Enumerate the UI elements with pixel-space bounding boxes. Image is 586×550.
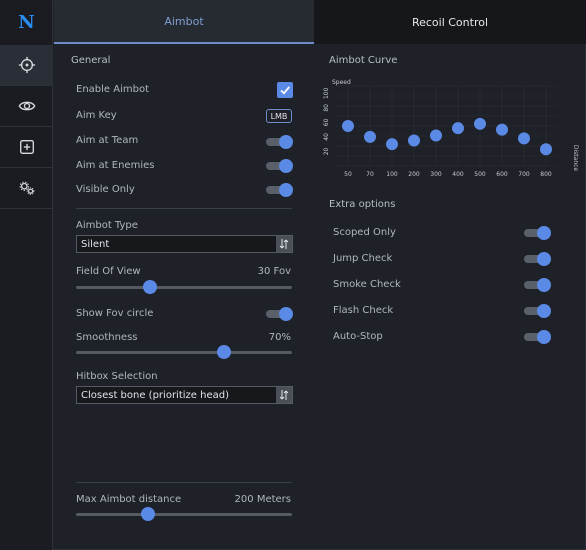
aimbot-curve-chart[interactable]: Speed 20 40 60 80 100 50 70 100 200 300 400 500 600 70… — [322, 72, 584, 182]
hitbox-selection-label: Hitbox Selection — [76, 371, 158, 382]
hitbox-selection-select[interactable]: Closest bone (prioritize head) — [76, 386, 293, 404]
curve-point — [496, 123, 508, 136]
aim-at-enemies-label: Aim at Enemies — [76, 160, 155, 171]
aimbot-curve-svg: Speed 20 40 60 80 100 50 70 100 200 300 400 500 600 70… — [323, 79, 579, 178]
general-section-title: General — [71, 55, 111, 66]
sidebar: N — [0, 0, 53, 550]
gears-icon — [19, 181, 34, 195]
scoped-only-toggle[interactable] — [524, 226, 551, 240]
aim-key-button[interactable]: LMB — [266, 109, 292, 123]
show-fov-circle-label: Show Fov circle — [76, 308, 154, 319]
aim-at-team-label: Aim at Team — [76, 135, 139, 146]
smoothness-slider[interactable] — [76, 345, 292, 359]
visible-only-toggle[interactable] — [266, 183, 293, 197]
visible-only-label: Visible Only — [76, 184, 135, 195]
max-distance-label: Max Aimbot distance — [76, 494, 182, 505]
y-tick-label: 60 — [323, 118, 330, 126]
x-tick-label: 600 — [496, 171, 508, 178]
curve-point — [518, 132, 530, 145]
jump-check-label: Jump Check — [333, 253, 393, 264]
max-distance-slider[interactable] — [76, 507, 292, 521]
curve-point — [474, 117, 486, 130]
x-tick-label: 700 — [518, 171, 530, 178]
sidebar-item-misc[interactable] — [0, 127, 53, 168]
x-tick-label: 50 — [344, 171, 352, 178]
smoke-check-label: Smoke Check — [333, 279, 401, 290]
y-tick-label: 80 — [323, 104, 330, 112]
tab-recoil-control[interactable]: Recoil Control — [314, 0, 586, 44]
flash-check-toggle[interactable] — [524, 304, 551, 318]
crosshair-icon — [18, 56, 35, 74]
curve-point — [540, 143, 552, 156]
swap-arrows-icon — [276, 387, 292, 403]
slider-handle[interactable] — [140, 507, 155, 521]
enable-aimbot-label: Enable Aimbot — [76, 84, 149, 95]
x-tick-label: 200 — [408, 171, 420, 178]
sidebar-item-visuals[interactable] — [0, 86, 53, 127]
sidebar-item-aimbot[interactable] — [0, 45, 53, 86]
y-axis-label: Speed — [332, 79, 351, 86]
curve-point — [364, 130, 376, 143]
x-tick-label: 300 — [430, 171, 442, 178]
aimbot-type-select[interactable]: Silent — [76, 235, 293, 253]
field-of-view-slider[interactable] — [76, 280, 292, 294]
slider-handle[interactable] — [217, 345, 232, 359]
field-of-view-label: Field Of View — [76, 266, 141, 277]
aim-key-label: Aim Key — [76, 110, 117, 121]
max-distance-value: 200 Meters — [234, 494, 291, 505]
curve-point — [342, 120, 354, 132]
y-tick-label: 20 — [323, 147, 330, 155]
smoothness-value: 70% — [268, 332, 291, 343]
app-logo: N — [18, 11, 35, 33]
aimbot-type-label: Aimbot Type — [76, 220, 138, 231]
y-tick-label: 100 — [323, 87, 330, 99]
flash-check-label: Flash Check — [333, 305, 394, 316]
sidebar-item-settings[interactable] — [0, 168, 53, 209]
curve-point — [452, 122, 464, 135]
auto-stop-label: Auto-Stop — [333, 331, 383, 342]
auto-stop-toggle[interactable] — [524, 330, 551, 344]
curve-point — [386, 138, 398, 151]
divider — [76, 482, 292, 483]
jump-check-toggle[interactable] — [524, 252, 551, 266]
swap-arrows-icon — [276, 236, 292, 252]
aimbot-type-value: Silent — [81, 238, 110, 250]
curve-point — [408, 134, 420, 147]
enable-aimbot-checkbox[interactable] — [277, 82, 293, 98]
smoke-check-toggle[interactable] — [524, 278, 551, 292]
x-tick-label: 100 — [386, 171, 398, 178]
eye-icon — [18, 101, 35, 111]
x-tick-label: 800 — [540, 171, 552, 178]
hitbox-selection-value: Closest bone (prioritize head) — [81, 389, 229, 401]
tab-aimbot[interactable]: Aimbot — [54, 0, 314, 44]
aimbot-curve-title: Aimbot Curve — [329, 55, 398, 66]
y-tick-label: 40 — [323, 133, 330, 141]
x-tick-label: 70 — [366, 171, 374, 178]
x-tick-label: 400 — [452, 171, 464, 178]
x-tick-label: 500 — [474, 171, 486, 178]
aim-at-enemies-toggle[interactable] — [266, 159, 293, 173]
field-of-view-value: 30 Fov — [257, 266, 291, 277]
aim-at-team-toggle[interactable] — [266, 135, 293, 149]
extra-options-title: Extra options — [329, 199, 396, 210]
smoothness-label: Smoothness — [76, 332, 138, 343]
checkmark-icon — [280, 86, 290, 95]
divider — [76, 208, 292, 209]
plus-square-icon — [19, 140, 34, 154]
scoped-only-label: Scoped Only — [333, 227, 396, 238]
slider-handle[interactable] — [142, 280, 157, 294]
curve-point — [430, 129, 442, 142]
show-fov-circle-toggle[interactable] — [266, 307, 293, 321]
x-axis-label: Distance — [572, 145, 579, 172]
